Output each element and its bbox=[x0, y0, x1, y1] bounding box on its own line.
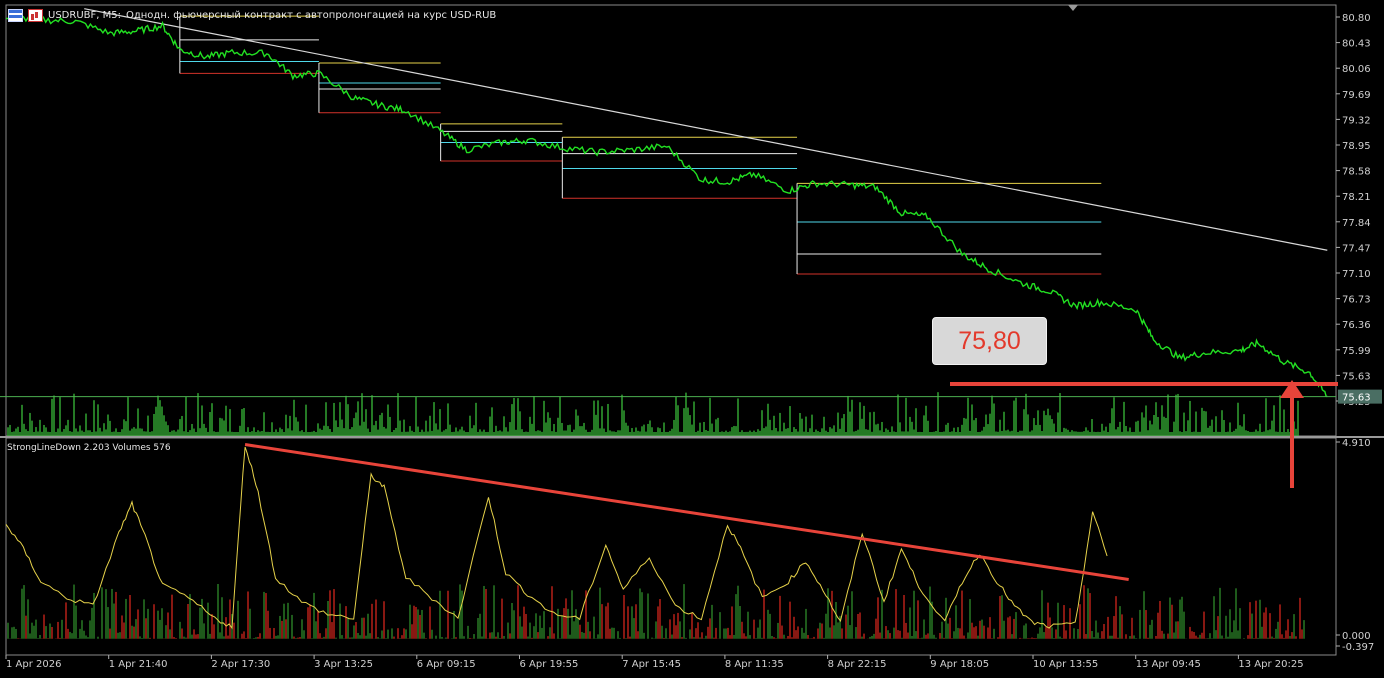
indicator-trend-line bbox=[244, 443, 1129, 581]
indicator-histogram bbox=[7, 583, 1305, 639]
price-axis-label: 80.80 bbox=[1342, 13, 1371, 24]
table-icon[interactable] bbox=[8, 8, 23, 22]
time-axis-label: 3 Apr 13:25 bbox=[314, 659, 373, 670]
trading-chart[interactable]: 80.80 80.43 80.06 79.69 79.32 78.95 78.58 78.21… bbox=[0, 0, 1384, 674]
price-axis-label: 80.06 bbox=[1342, 64, 1371, 75]
time-axis-label: 8 Apr 11:35 bbox=[725, 659, 784, 670]
indicator-series-line bbox=[5, 446, 1108, 630]
instrument-description: Однодн. фьючерсный контракт с автопролон… bbox=[125, 9, 497, 21]
time-axis-label: 13 Apr 09:45 bbox=[1136, 659, 1201, 670]
indicator-plot-frame bbox=[5, 437, 1337, 656]
level-box bbox=[179, 15, 319, 74]
price-axis-label: 78.58 bbox=[1342, 167, 1371, 178]
indicator-axis-label: 0.000 bbox=[1342, 631, 1371, 642]
time-axis-label: 7 Apr 15:45 bbox=[622, 659, 681, 670]
price-callout: 75,80 bbox=[932, 317, 1047, 365]
time-axis-label: 8 Apr 22:15 bbox=[828, 659, 887, 670]
price-series-line bbox=[5, 14, 1328, 398]
time-axis-label: 2 Apr 17:30 bbox=[211, 659, 270, 670]
symbol-label: USDRUBF, M5: bbox=[48, 9, 121, 21]
time-axis-label: 1 Apr 2026 bbox=[6, 659, 61, 670]
price-axis-label: 79.69 bbox=[1342, 90, 1371, 101]
main-plot-frame bbox=[5, 4, 1337, 437]
price-axis-label: 78.21 bbox=[1342, 192, 1371, 203]
price-trend-line bbox=[84, 8, 1328, 251]
price-axis-label: 79.32 bbox=[1342, 115, 1371, 126]
time-axis-label: 10 Apr 13:55 bbox=[1033, 659, 1098, 670]
price-axis-label: 80.43 bbox=[1342, 39, 1371, 50]
time-axis-label: 9 Apr 18:05 bbox=[930, 659, 989, 670]
time-axis-label: 6 Apr 19:55 bbox=[520, 659, 579, 670]
price-axis-label: 75.99 bbox=[1342, 346, 1371, 357]
time-axis-label: 6 Apr 09:15 bbox=[417, 659, 476, 670]
time-axis-label: 13 Apr 20:25 bbox=[1238, 659, 1303, 670]
chart-header: USDRUBF, M5: Однодн. фьючерсный контракт… bbox=[8, 7, 496, 23]
price-axis-label: 76.73 bbox=[1342, 295, 1371, 306]
current-price-label: 75.63 bbox=[1342, 393, 1371, 404]
scroll-marker-icon bbox=[1068, 5, 1078, 11]
chart-type-icon[interactable] bbox=[28, 8, 43, 22]
time-axis-label: 1 Apr 21:40 bbox=[109, 659, 168, 670]
price-axis-label: 76.36 bbox=[1342, 320, 1371, 331]
price-axis-label: 78.95 bbox=[1342, 141, 1371, 152]
price-axis-label: 75.63 bbox=[1342, 371, 1371, 382]
price-axis-label: 77.84 bbox=[1342, 218, 1371, 229]
price-axis-label: 77.10 bbox=[1342, 269, 1371, 280]
indicator-label: StrongLineDown 2.203 Volumes 576 bbox=[7, 443, 171, 453]
indicator-axis-label: 4.910 bbox=[1342, 438, 1371, 449]
volume-bars bbox=[7, 392, 1299, 436]
level-box bbox=[440, 123, 563, 162]
chart-canvas: 80.80 80.43 80.06 79.69 79.32 78.95 78.58 78.21… bbox=[0, 4, 1384, 670]
indicator-axis-label: -0.397 bbox=[1342, 642, 1374, 653]
price-axis-label: 77.47 bbox=[1342, 243, 1371, 254]
level-box bbox=[561, 136, 798, 199]
